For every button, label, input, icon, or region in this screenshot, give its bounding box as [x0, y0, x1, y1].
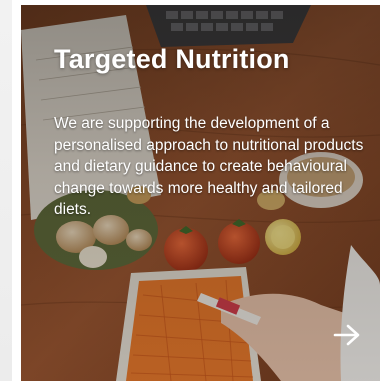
card-title: Targeted Nutrition — [54, 44, 290, 74]
targeted-nutrition-card[interactable]: Targeted Nutrition We are supporting the… — [21, 5, 380, 381]
card-description: We are supporting the development of a p… — [54, 115, 364, 218]
arrow-right-icon — [333, 324, 360, 346]
left-edge-panel — [0, 0, 12, 381]
card-arrow-button[interactable] — [329, 317, 365, 353]
page: Targeted Nutrition We are supporting the… — [0, 0, 380, 381]
